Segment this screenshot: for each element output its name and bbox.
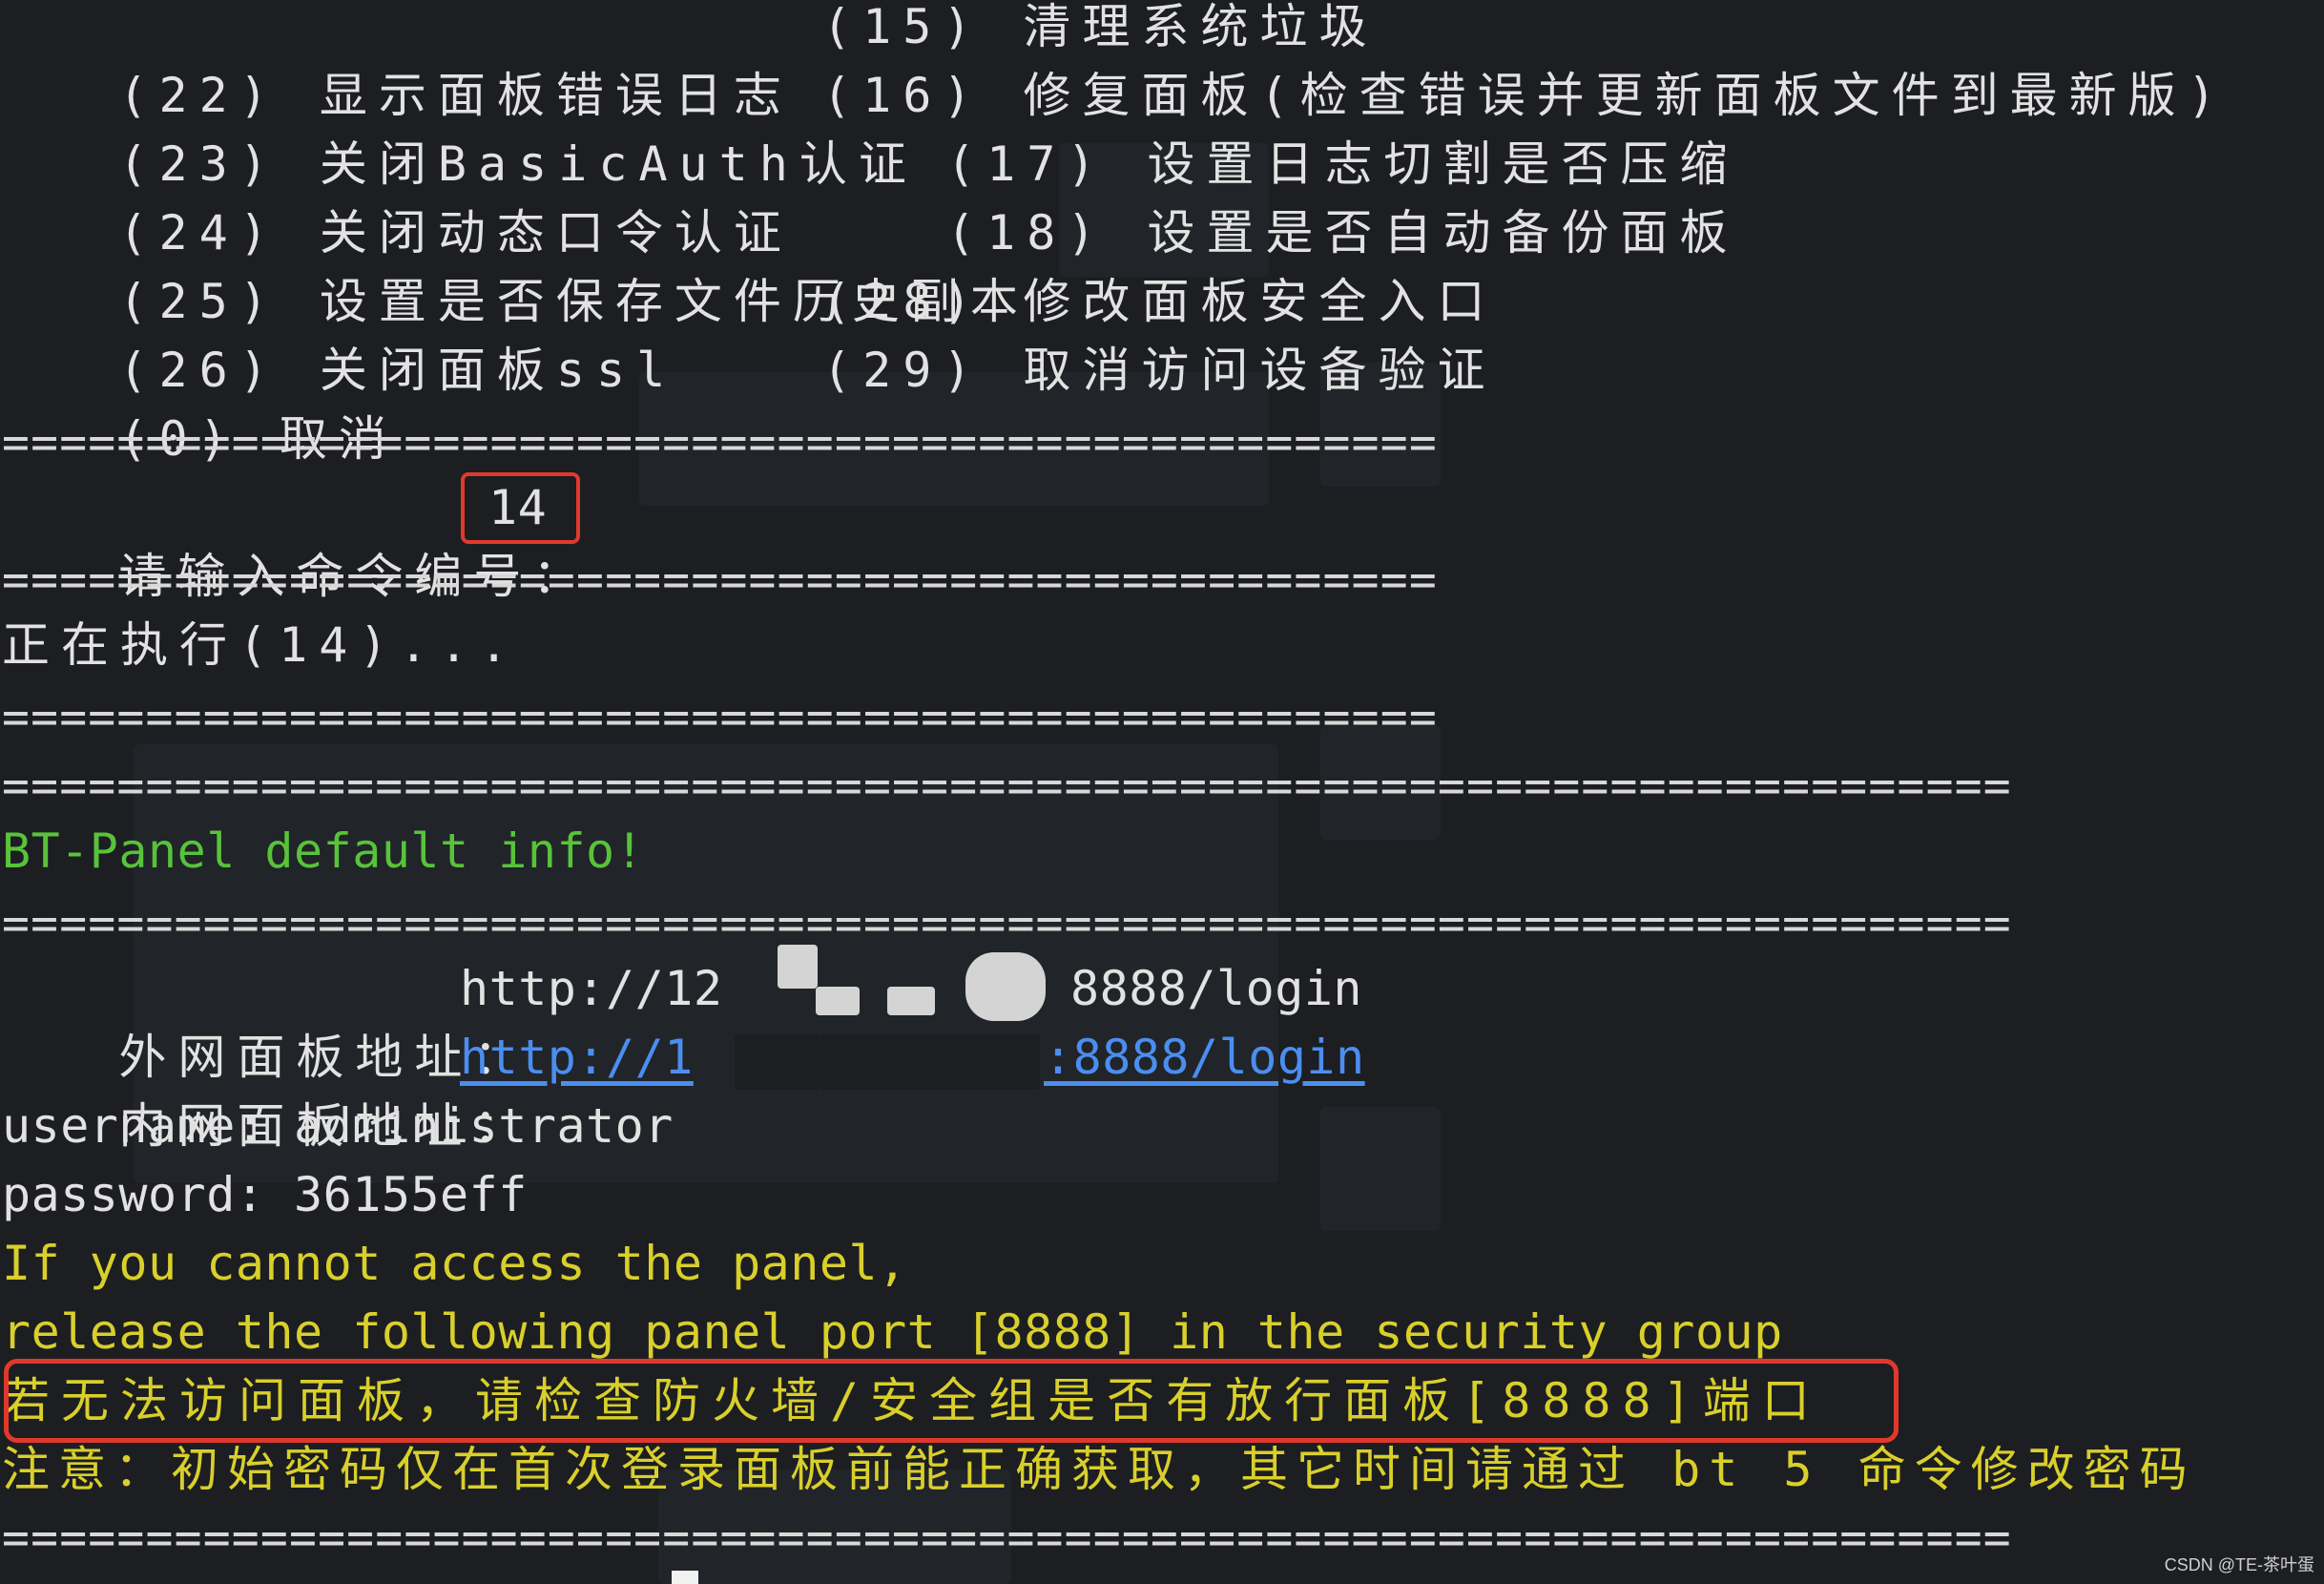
inner-address-link-end[interactable]: :8888/login xyxy=(1044,1023,1365,1092)
redaction-mosaic xyxy=(820,1034,1040,1090)
menu-row: (22) 显示面板错误日志 (15) 清理系统垃圾 xyxy=(2,0,1366,123)
menu-row: (0) 取消 (29) 取消访问设备验证 xyxy=(2,336,1484,467)
password-line: password: 36155eff xyxy=(2,1167,528,1222)
menu-option-16: (16) 修复面板(检查错误并更新面板文件到最新版) xyxy=(822,68,2228,123)
executing-status: 正在执行(14)... xyxy=(2,617,520,673)
inner-address-link-start[interactable]: http://1 xyxy=(460,1023,694,1092)
redaction-mosaic xyxy=(887,987,935,1015)
separator: ========================================… xyxy=(2,897,2012,950)
menu-row: (26) 关闭面板ssl (28) 修改面板安全入口 xyxy=(2,267,1484,398)
separator: ========================================… xyxy=(2,416,1438,469)
prompt-highlight-box xyxy=(461,472,580,544)
outer-address-end: 8888/login xyxy=(1070,961,1363,1016)
bt-panel-header: BT-Panel default info! xyxy=(2,823,645,879)
outer-address-start: http://12 xyxy=(460,961,723,1016)
redaction-mosaic xyxy=(816,987,860,1015)
warning-en-line-1: If you cannot access the panel, xyxy=(2,1236,907,1291)
warning-en-line-2: release the following panel port [8888] … xyxy=(2,1304,1783,1360)
redaction-mosaic xyxy=(735,1034,820,1090)
inner-address-row: 内网面板地址： http://1 :8888/login xyxy=(2,1023,1364,1154)
menu-option-29: (29) 取消访问设备验证 xyxy=(822,343,1497,398)
terminal-window[interactable]: (22) 显示面板错误日志 (15) 清理系统垃圾 (23) 关闭BasicAu… xyxy=(0,0,2324,1584)
menu-row: (24) 关闭动态口令认证 (17) 设置日志切割是否压缩 xyxy=(2,130,1727,261)
menu-option-18: (18) 设置是否自动备份面板 xyxy=(946,205,1739,261)
menu-row: (25) 设置是否保存文件历史副本 (18) 设置是否自动备份面板 xyxy=(2,198,1727,329)
separator: ========================================… xyxy=(2,553,1438,607)
background-window-ghost xyxy=(1320,1107,1441,1231)
terminal-cursor xyxy=(672,1571,698,1584)
separator: ========================================… xyxy=(2,760,2012,813)
menu-row: (23) 关闭BasicAuth认证 (16) 修复面板(检查错误并更新面板文件… xyxy=(2,61,2215,192)
redaction-mosaic xyxy=(965,952,1046,1021)
separator: ========================================… xyxy=(2,1511,2012,1565)
csdn-watermark: CSDN @TE-茶叶蛋 xyxy=(2164,1555,2314,1574)
menu-option-28: (28) 修改面板安全入口 xyxy=(822,274,1497,329)
separator: ========================================… xyxy=(2,691,1438,744)
menu-option-15: (15) 清理系统垃圾 xyxy=(822,0,1379,54)
note-cn-line: 注意：初始密码仅在首次登录面板前能正确获取，其它时间请通过 bt 5 命令修改密… xyxy=(2,1442,2196,1497)
outer-address-row: 外网面板地址： http://12 8888/login xyxy=(2,954,1361,1085)
warning-highlight-box xyxy=(4,1359,1899,1443)
username-line: username: administrator xyxy=(2,1098,674,1154)
menu-option-17: (17) 设置日志切割是否压缩 xyxy=(946,136,1739,192)
redaction-mosaic xyxy=(778,945,818,989)
